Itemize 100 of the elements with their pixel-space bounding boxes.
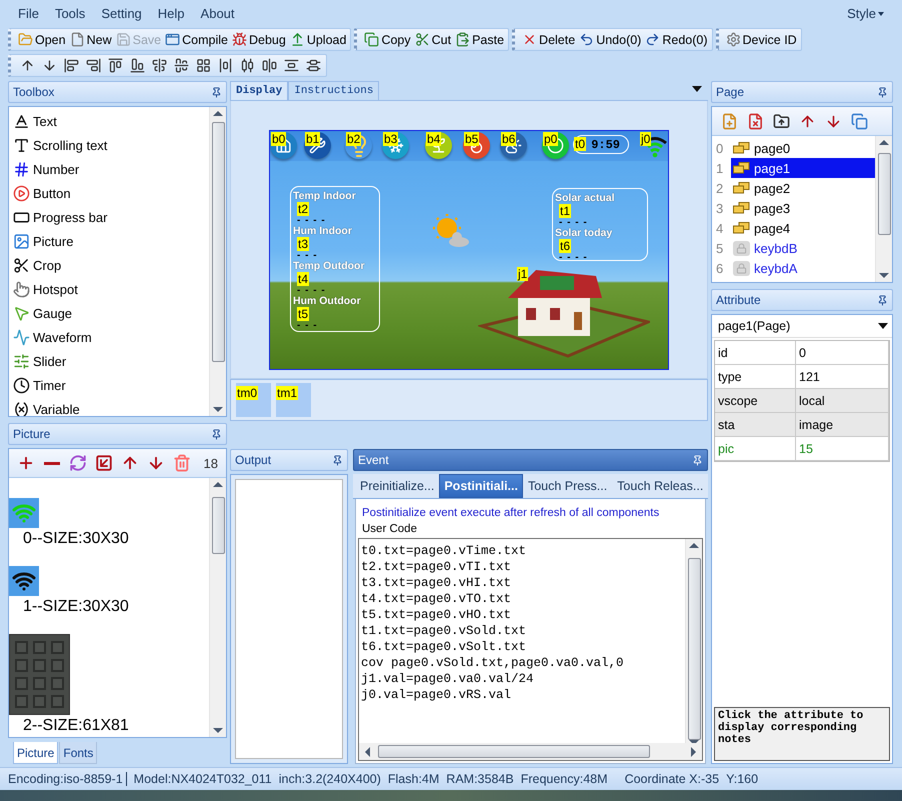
pin-button[interactable] xyxy=(877,294,888,306)
toolbox-item[interactable]: Picture xyxy=(13,229,209,253)
info-title: Temp Indoor xyxy=(293,190,357,202)
menu-item[interactable]: Help xyxy=(150,4,193,23)
component-tag: t4 xyxy=(297,272,310,286)
page-index: 2 xyxy=(715,180,724,196)
toolbar-button[interactable]: Upload xyxy=(288,29,348,50)
toolbox-item[interactable]: Crop xyxy=(13,253,209,277)
toolbar-button[interactable]: Redo(0) xyxy=(643,29,710,50)
attribute-value[interactable]: 121 xyxy=(796,365,889,388)
toolbar-button[interactable]: Compile xyxy=(163,29,230,50)
page-item[interactable]: page1 xyxy=(731,158,875,178)
lock-icon xyxy=(733,260,750,276)
status-text: Y:160 xyxy=(726,772,758,786)
toolbox-item[interactable]: Number xyxy=(13,157,209,181)
trash-icon xyxy=(173,454,191,472)
page-item[interactable]: page3 xyxy=(731,198,875,218)
component-tag: b4 xyxy=(426,132,442,146)
vertical-scrollbar[interactable] xyxy=(685,539,702,743)
attribute-name[interactable]: type xyxy=(715,365,796,388)
timer-component[interactable]: tm1 xyxy=(276,383,311,417)
attribute-name[interactable]: vscope xyxy=(715,389,796,412)
toolbar-button[interactable]: Device ID xyxy=(724,29,799,50)
toolbox-item[interactable]: Slider xyxy=(13,349,209,373)
toolbox-item-label: Timer xyxy=(33,378,66,392)
toolbar-button[interactable]: Cut xyxy=(412,29,454,50)
horizontal-scrollbar[interactable] xyxy=(359,743,702,760)
vertical-scrollbar[interactable] xyxy=(209,478,226,737)
attribute-name[interactable]: sta xyxy=(715,413,796,436)
toolbox-item-label: Button xyxy=(33,186,71,200)
toolbar-button[interactable]: New xyxy=(68,29,114,50)
pin-button[interactable] xyxy=(211,428,222,440)
pin-button[interactable] xyxy=(332,454,343,466)
component-tag: b2 xyxy=(346,132,362,146)
toolbox-item[interactable]: Variable xyxy=(13,397,209,416)
distribute-icon xyxy=(240,58,254,73)
event-tab[interactable]: Touch Releas... xyxy=(612,474,708,498)
toolbar-button[interactable]: Open xyxy=(16,29,68,50)
menu-item[interactable]: Setting xyxy=(93,4,150,23)
toolbox-item[interactable]: Progress bar xyxy=(13,205,209,229)
menu-item[interactable]: About xyxy=(192,4,243,23)
page-item[interactable]: keybdA xyxy=(731,258,875,278)
component-tag: tm0 xyxy=(236,386,258,400)
copy-icon xyxy=(850,112,868,130)
page-index: 3 xyxy=(715,200,724,216)
slider-icon xyxy=(13,352,30,370)
toolbar-button[interactable]: Debug xyxy=(230,29,288,50)
code-line: t3.txt=page0.vHI.txt xyxy=(361,575,512,591)
event-tab[interactable]: Touch Press... xyxy=(522,474,612,498)
toolbar-button[interactable]: Copy xyxy=(362,29,413,50)
toolbox-item[interactable]: Waveform xyxy=(13,325,209,349)
page-item[interactable]: page2 xyxy=(731,178,875,198)
page-index: 5 xyxy=(715,240,724,256)
panel-tab[interactable]: Fonts xyxy=(59,742,98,764)
info-value: - - - xyxy=(297,251,319,260)
event-tab[interactable]: Preinitialize... xyxy=(355,474,440,498)
page-item[interactable]: page4 xyxy=(731,218,875,238)
attribute-value[interactable]: 0 xyxy=(796,341,889,364)
menu-item[interactable]: File xyxy=(10,4,47,23)
vertical-scrollbar[interactable] xyxy=(875,136,892,282)
attribute-name[interactable]: id xyxy=(715,341,796,364)
attribute-value[interactable]: image xyxy=(796,413,889,436)
wifi-thumbnail[interactable] xyxy=(9,498,39,528)
scissors-icon xyxy=(13,256,30,274)
pin-button[interactable] xyxy=(692,454,703,466)
code-line: cov page0.vSold.txt,page0.va0.val,0 xyxy=(361,655,625,671)
vertical-scrollbar[interactable] xyxy=(209,107,226,416)
toolbox-item[interactable]: Text xyxy=(13,109,209,133)
attribute-name[interactable]: pic xyxy=(715,437,796,460)
code-editor[interactable] xyxy=(358,538,703,761)
toolbox-item[interactable]: Timer xyxy=(13,373,209,397)
style-menu[interactable]: Style xyxy=(839,4,892,23)
toolbox-item[interactable]: Scrolling text xyxy=(13,133,209,157)
panel-tab[interactable]: Picture xyxy=(13,742,58,764)
info-value: - - - - xyxy=(297,216,327,225)
keypad-thumbnail[interactable] xyxy=(9,634,70,715)
editor-tab[interactable]: Display xyxy=(230,81,288,100)
toolbar-button[interactable]: Undo(0) xyxy=(577,29,644,50)
pin-button[interactable] xyxy=(877,86,888,98)
editor-tab[interactable]: Instructions xyxy=(288,81,380,100)
wifi-thumbnail[interactable] xyxy=(9,566,39,596)
code-line: j1.val=page0.va0.val/24 xyxy=(361,671,535,687)
event-tab[interactable]: Postinitiali... xyxy=(439,474,523,498)
toolbar-button[interactable]: Paste xyxy=(453,29,506,50)
page-item[interactable]: page0 xyxy=(731,138,875,158)
hand-icon xyxy=(13,280,30,298)
toolbox-item-label: Number xyxy=(33,162,80,176)
page-item[interactable]: keybdB xyxy=(731,238,875,258)
toolbox-item[interactable]: Button xyxy=(13,181,209,205)
attribute-value[interactable]: 15 xyxy=(796,437,889,460)
toolbar-button[interactable]: Delete xyxy=(520,29,578,50)
toolbox-item[interactable]: Gauge xyxy=(13,301,209,325)
menu-item[interactable]: Tools xyxy=(46,4,94,23)
window-icon xyxy=(165,32,180,47)
toolbox-item[interactable]: Hotspot xyxy=(13,277,209,301)
picture-caption: 1--SIZE:30X30 xyxy=(22,598,130,616)
attribute-value[interactable]: local xyxy=(796,389,889,412)
component-tag: t3 xyxy=(297,237,310,251)
timer-component[interactable]: tm0 xyxy=(236,383,271,417)
pin-button[interactable] xyxy=(211,86,222,98)
